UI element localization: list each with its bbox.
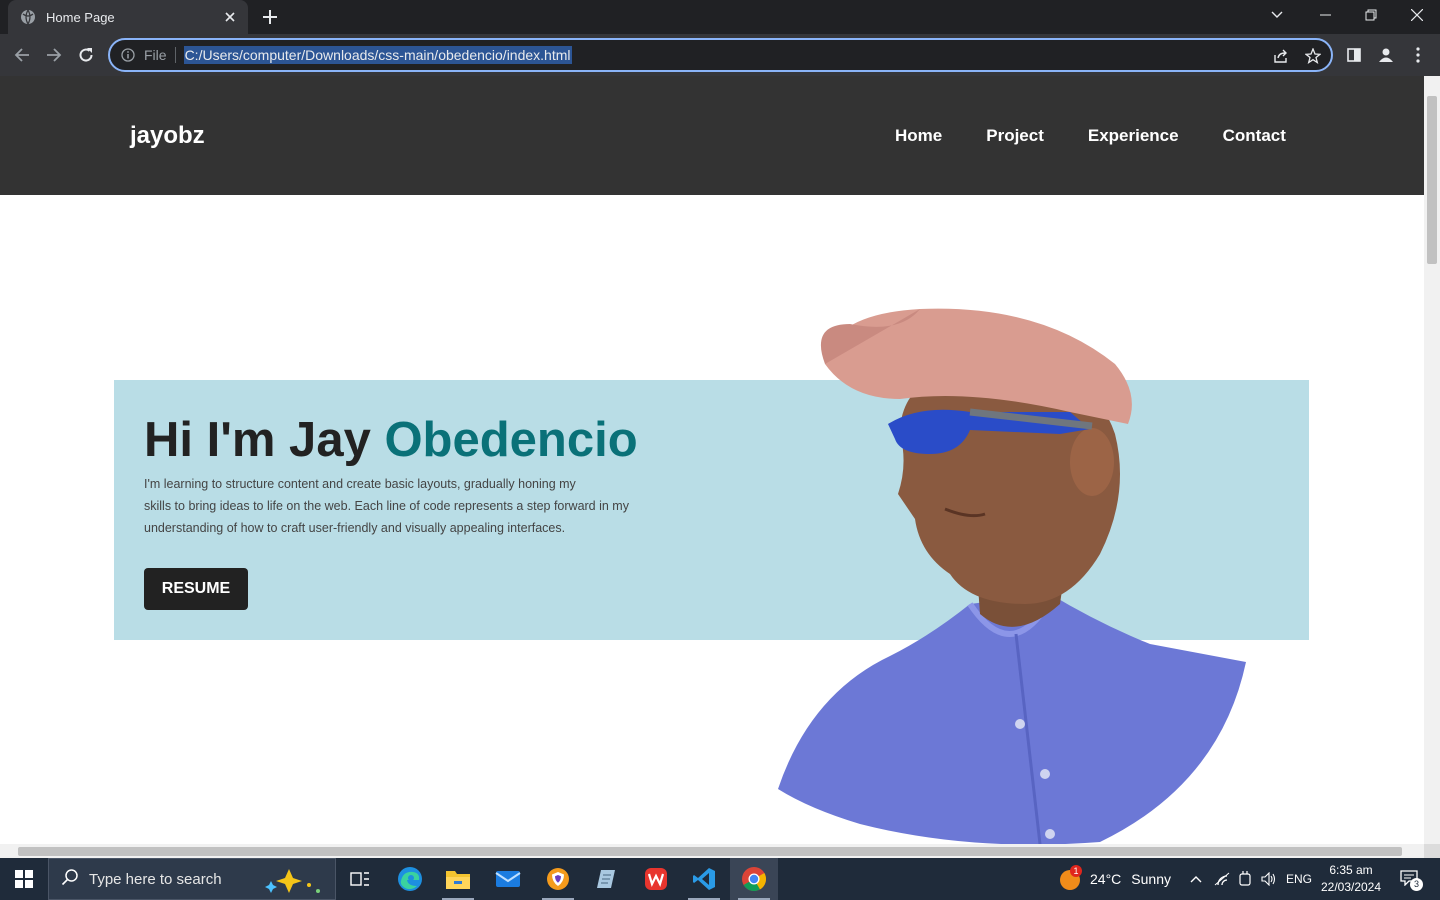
chrome-icon[interactable] [730, 858, 778, 900]
resume-button[interactable]: RESUME [144, 568, 248, 610]
vertical-scrollbar[interactable] [1424, 76, 1440, 844]
new-tab-button[interactable] [258, 6, 282, 28]
scheme-label: File [144, 47, 167, 63]
nav-link-home[interactable]: Home [895, 126, 942, 146]
page-viewport: jayobz Home Project Experience Contact H… [0, 76, 1424, 844]
browser-toolbar: File C:/Users/computer/Downloads/css-mai… [0, 34, 1440, 76]
profile-icon[interactable] [1376, 45, 1396, 65]
profile-portrait-image [778, 308, 1246, 844]
search-highlight-sparkle-icon[interactable] [263, 867, 325, 900]
nav-link-contact[interactable]: Contact [1223, 126, 1286, 146]
clock-date: 22/03/2024 [1320, 880, 1382, 894]
vscode-icon[interactable] [680, 858, 728, 900]
scroll-corner [1424, 844, 1440, 858]
scheme-separator [174, 47, 176, 63]
info-icon[interactable] [120, 47, 136, 63]
tab-search-chevron-icon[interactable] [1262, 4, 1292, 26]
hero-text-line-3: understanding of how to craft user-frien… [144, 521, 566, 535]
close-window-button[interactable] [1394, 0, 1440, 30]
vpn-shield-icon[interactable] [534, 858, 582, 900]
window-controls [1302, 0, 1440, 30]
chevron-up-icon[interactable] [1184, 858, 1208, 900]
search-placeholder: Type here to search [89, 870, 222, 888]
weather-widget[interactable]: 1 24°C Sunny [1058, 858, 1171, 900]
side-panel-icon[interactable] [1344, 45, 1364, 65]
weather-alert-badge: 1 [1070, 865, 1082, 877]
task-view-icon[interactable] [336, 858, 384, 900]
weather-temp: 24°C [1090, 871, 1122, 887]
hero-text-line-2: skills to bring ideas to life on the web… [144, 499, 629, 513]
nav-link-experience[interactable]: Experience [1088, 126, 1179, 146]
hero-title: Hi I'm Jay Obedencio [144, 412, 638, 468]
close-icon[interactable] [222, 9, 238, 25]
tab-title: Home Page [46, 9, 115, 25]
tab-strip: Home Page [0, 0, 1440, 34]
browser-tab[interactable]: Home Page [8, 0, 248, 34]
minimize-button[interactable] [1302, 0, 1348, 30]
hero-description: I'm learning to structure content and cr… [144, 473, 664, 539]
sun-icon: 1 [1058, 865, 1082, 891]
search-icon [61, 868, 79, 891]
globe-icon [20, 9, 36, 25]
site-logo[interactable]: jayobz [130, 122, 205, 150]
reload-button[interactable] [70, 39, 102, 71]
menu-kebab-icon[interactable] [1408, 45, 1428, 65]
notification-center-icon[interactable]: 3 [1394, 858, 1426, 900]
system-clock[interactable]: 6:35 am 22/03/2024 [1316, 862, 1386, 896]
url-text[interactable]: C:/Users/computer/Downloads/css-main/obe… [183, 46, 572, 64]
language-indicator[interactable]: ENG [1284, 858, 1314, 900]
taskbar-search-input[interactable]: Type here to search [48, 858, 336, 900]
nav-link-project[interactable]: Project [986, 126, 1044, 146]
forward-button[interactable] [38, 39, 70, 71]
site-header: jayobz Home Project Experience Contact [0, 76, 1424, 195]
hero-text-line-1: I'm learning to structure content and cr… [144, 477, 576, 491]
hero-title-accent: Obedencio [384, 413, 638, 467]
notification-count-badge: 3 [1410, 878, 1423, 891]
bookmark-star-icon[interactable] [1303, 46, 1323, 66]
hero-title-main: Hi I'm Jay [144, 413, 385, 467]
notes-app-icon[interactable] [582, 858, 630, 900]
share-icon[interactable] [1271, 46, 1291, 66]
network-icon[interactable] [1210, 858, 1234, 900]
vertical-scrollbar-thumb[interactable] [1427, 96, 1437, 264]
horizontal-scrollbar-thumb[interactable] [18, 847, 1402, 856]
clock-time: 6:35 am [1329, 863, 1373, 877]
windows-start-icon[interactable] [0, 858, 48, 900]
volume-icon[interactable] [1258, 858, 1280, 900]
site-nav: Home Project Experience Contact [895, 126, 1330, 146]
windows-taskbar: Type here to search 1 24°C Sunny ENG 6:3… [0, 858, 1440, 900]
file-explorer-icon[interactable] [434, 858, 482, 900]
mail-icon[interactable] [484, 858, 532, 900]
omnibox-actions [1271, 46, 1323, 66]
edge-browser-icon[interactable] [386, 858, 434, 900]
wps-office-icon[interactable] [632, 858, 680, 900]
horizontal-scrollbar[interactable] [0, 844, 1424, 858]
battery-plug-icon[interactable] [1234, 858, 1256, 900]
back-button[interactable] [6, 39, 38, 71]
weather-condition: Sunny [1131, 871, 1171, 887]
address-bar[interactable]: File C:/Users/computer/Downloads/css-mai… [108, 38, 1333, 72]
restore-button[interactable] [1348, 0, 1394, 30]
